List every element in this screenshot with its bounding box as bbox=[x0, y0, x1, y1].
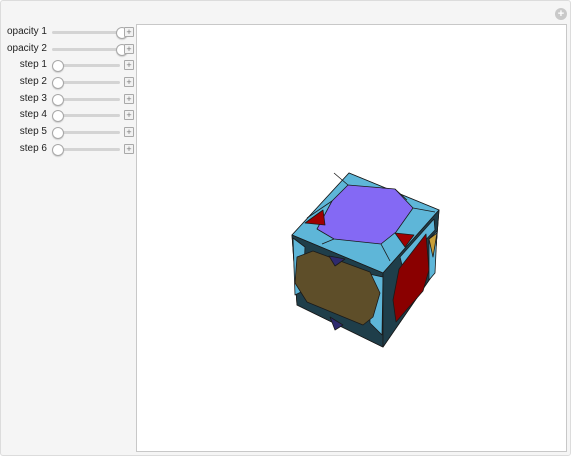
graphics-3d-viewport[interactable] bbox=[136, 24, 567, 452]
step-6-slider[interactable] bbox=[52, 144, 120, 156]
step-3-slider[interactable] bbox=[52, 94, 120, 106]
opacity-1-slider[interactable] bbox=[52, 27, 128, 39]
step-1-slider[interactable] bbox=[52, 60, 120, 72]
step-2-slider[interactable] bbox=[52, 77, 120, 89]
plus-circle-icon[interactable]: + bbox=[555, 8, 567, 20]
plus-square-icon[interactable]: + bbox=[124, 27, 134, 37]
control-label: step 1 bbox=[19, 59, 47, 70]
plus-square-icon[interactable]: + bbox=[124, 94, 134, 104]
step-4-slider[interactable] bbox=[52, 110, 120, 122]
control-opacity-1: opacity 1 + bbox=[1, 24, 135, 40]
plus-square-icon[interactable]: + bbox=[124, 127, 134, 137]
control-label: step 6 bbox=[19, 143, 47, 154]
control-step-1: step 1 + bbox=[1, 57, 135, 73]
step-5-slider[interactable] bbox=[52, 127, 120, 139]
truncated-cube-graphic[interactable] bbox=[137, 25, 566, 451]
control-label: step 2 bbox=[19, 76, 47, 87]
plus-square-icon[interactable]: + bbox=[124, 77, 134, 87]
control-step-4: step 4 + bbox=[1, 107, 135, 123]
plus-square-icon[interactable]: + bbox=[124, 144, 134, 154]
control-step-6: step 6 + bbox=[1, 141, 135, 157]
control-label: opacity 2 bbox=[6, 43, 47, 54]
slider-thumb[interactable] bbox=[52, 94, 64, 106]
slider-thumb[interactable] bbox=[52, 110, 64, 122]
control-step-3: step 3 + bbox=[1, 91, 135, 107]
control-label: opacity 1 bbox=[6, 26, 47, 37]
control-label: step 3 bbox=[19, 93, 47, 104]
plus-square-icon[interactable]: + bbox=[124, 110, 134, 120]
slider-thumb[interactable] bbox=[52, 60, 64, 72]
opacity-2-slider[interactable] bbox=[52, 44, 128, 56]
control-label: step 4 bbox=[19, 109, 47, 120]
control-label: step 5 bbox=[19, 126, 47, 137]
control-step-2: step 2 + bbox=[1, 74, 135, 90]
slider-thumb[interactable] bbox=[52, 127, 64, 139]
control-step-5: step 5 + bbox=[1, 124, 135, 140]
manipulate-frame: + opacity 1 + opacity 2 + step 1 + step … bbox=[0, 0, 571, 456]
plus-square-icon[interactable]: + bbox=[124, 60, 134, 70]
plus-square-icon[interactable]: + bbox=[124, 44, 134, 54]
slider-thumb[interactable] bbox=[52, 144, 64, 156]
slider-thumb[interactable] bbox=[52, 77, 64, 89]
control-opacity-2: opacity 2 + bbox=[1, 41, 135, 57]
